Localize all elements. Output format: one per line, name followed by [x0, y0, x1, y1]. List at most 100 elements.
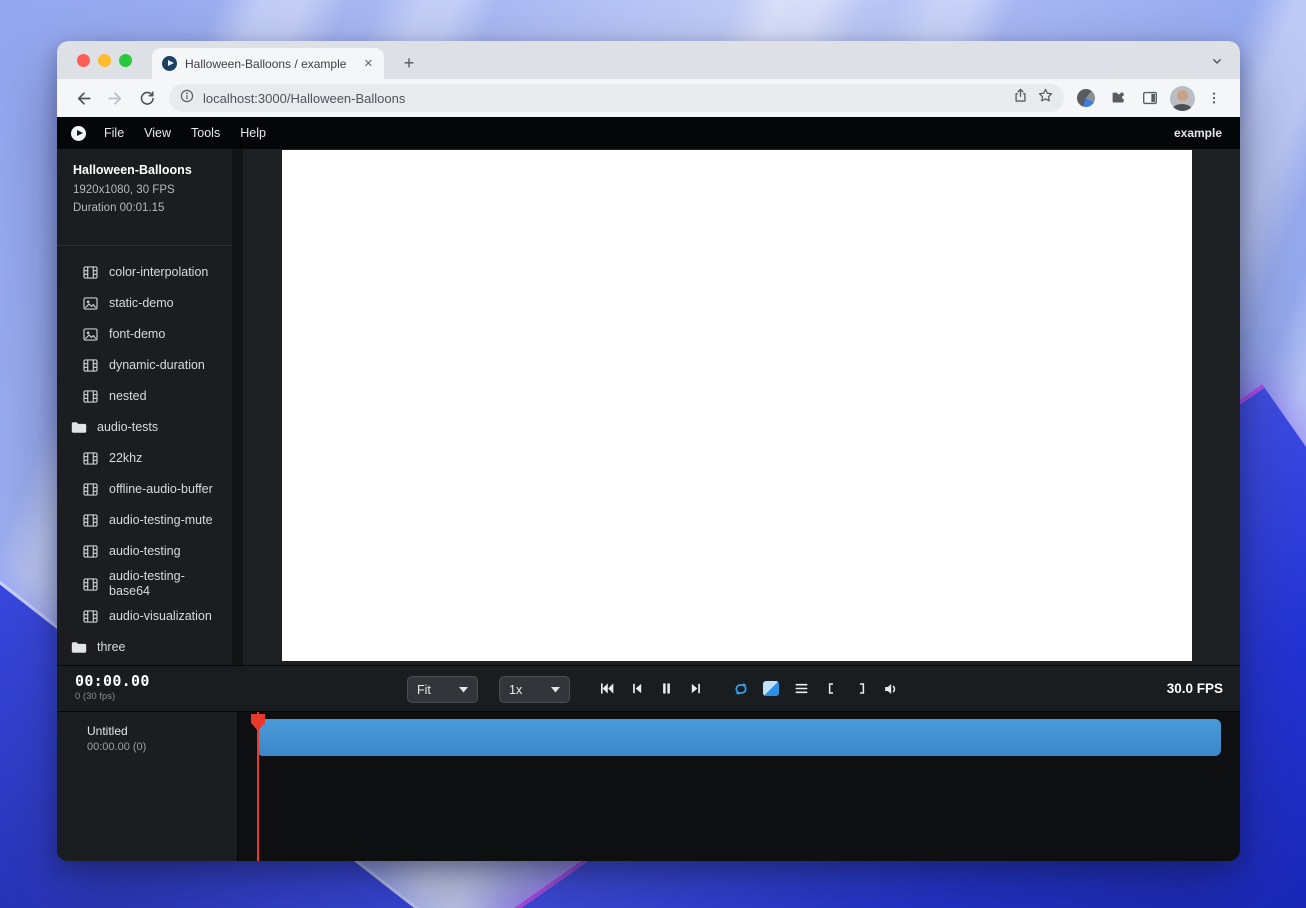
reload-button[interactable] [132, 83, 162, 113]
menu-item[interactable]: View [134, 120, 181, 146]
app-menubar: File View Tools Help example [57, 117, 1240, 149]
remotion-favicon-icon [162, 56, 177, 71]
track-title: Untitled [87, 724, 237, 739]
in-marker-icon[interactable] [820, 678, 842, 700]
menu-item[interactable]: Tools [181, 120, 230, 146]
sidebar-divider [57, 245, 232, 246]
side-panel-icon[interactable] [1135, 83, 1165, 113]
remotion-logo-icon[interactable] [71, 126, 86, 141]
new-tab-button[interactable]: + [398, 52, 420, 74]
timeline-sequence-bar[interactable] [257, 719, 1221, 756]
speed-select-value: 1x [509, 683, 522, 697]
sidebar-item[interactable]: audio-testing [57, 536, 232, 567]
timecode: 00:00.00 0 (30 fps) [75, 673, 150, 702]
film-icon [83, 266, 99, 279]
window-traffic-lights [77, 41, 132, 79]
zoom-window-button[interactable] [119, 54, 132, 67]
sidebar-item[interactable]: static-demo [57, 288, 232, 319]
composition-list: color-interpolation static-demo font-dem… [57, 257, 232, 663]
next-frame-button[interactable] [685, 678, 707, 700]
composition-canvas [282, 150, 1192, 661]
folder-icon [71, 421, 87, 434]
menu-kebab-icon[interactable] [1199, 83, 1229, 113]
film-icon [83, 452, 99, 465]
composition-meta: 1920x1080, 30 FPS [73, 183, 216, 198]
sidebar-item[interactable]: offline-audio-buffer [57, 474, 232, 505]
browser-toolbar: localhost:3000/Halloween-Balloons [57, 79, 1240, 117]
film-icon [83, 578, 99, 591]
frame-info: 0 (30 fps) [75, 691, 150, 702]
film-icon [83, 483, 99, 496]
chevron-down-icon [459, 687, 468, 693]
main-row: Halloween-Balloons 1920x1080, 30 FPS Dur… [57, 149, 1240, 665]
sidebar-item[interactable]: audio-tests [57, 412, 232, 443]
tab-close-icon[interactable]: ✕ [361, 55, 376, 72]
timeline-track-area[interactable] [238, 712, 1240, 861]
project-label: example [1174, 126, 1226, 140]
address-bar[interactable]: localhost:3000/Halloween-Balloons [169, 84, 1064, 112]
extensions-puzzle-icon[interactable] [1103, 83, 1133, 113]
composition-info: Halloween-Balloons 1920x1080, 30 FPS Dur… [57, 149, 232, 216]
loop-toggle-icon[interactable] [730, 678, 752, 700]
page-info-icon[interactable] [179, 88, 195, 109]
profile-avatar[interactable] [1167, 83, 1197, 113]
sidebar-resize-handle[interactable] [232, 149, 243, 665]
timeline-track-header: Untitled 00:00.00 (0) [57, 712, 238, 861]
composition-title: Halloween-Balloons [73, 162, 216, 178]
menu-item[interactable]: Help [230, 120, 276, 146]
sidebar-item[interactable]: color-interpolation [57, 257, 232, 288]
share-icon[interactable] [1012, 87, 1029, 109]
remotion-studio: File View Tools Help example Halloween-B… [57, 117, 1240, 861]
image-icon [83, 328, 99, 341]
sidebar-item[interactable]: audio-testing-base64 [57, 567, 232, 601]
film-icon [83, 545, 99, 558]
composition-duration: Duration 00:01.15 [73, 201, 216, 216]
film-icon [83, 390, 99, 403]
sidebar-item[interactable]: 22khz [57, 443, 232, 474]
chevron-down-icon [551, 687, 560, 693]
sidebar-item[interactable]: three [57, 632, 232, 663]
extension-badge-icon[interactable] [1071, 83, 1101, 113]
film-icon [83, 514, 99, 527]
pause-button[interactable] [655, 678, 677, 700]
preview-stage [243, 149, 1240, 665]
sidebar-item[interactable]: audio-visualization [57, 601, 232, 632]
size-select-value: Fit [417, 683, 431, 697]
out-marker-icon[interactable] [850, 678, 872, 700]
playhead-line [257, 712, 259, 861]
minimize-window-button[interactable] [98, 54, 111, 67]
menu-item[interactable]: File [94, 120, 134, 146]
volume-icon[interactable] [880, 678, 902, 700]
skip-to-start-button[interactable] [595, 678, 617, 700]
menu-items: File View Tools Help [94, 120, 276, 146]
film-icon [83, 359, 99, 372]
film-icon [83, 610, 99, 623]
url-text: localhost:3000/Halloween-Balloons [203, 91, 1004, 106]
sidebar-item[interactable]: nested [57, 381, 232, 412]
transparency-checker-toggle-icon[interactable] [760, 678, 782, 700]
image-icon [83, 297, 99, 310]
previous-frame-button[interactable] [625, 678, 647, 700]
transport-controls [595, 666, 902, 711]
timeline: Untitled 00:00.00 (0) [57, 711, 1240, 861]
playback-controls-bar: 00:00.00 0 (30 fps) Fit 1x [57, 665, 1240, 711]
tab-strip: Halloween-Balloons / example ✕ + [57, 41, 1240, 79]
folder-icon [71, 641, 87, 654]
rows-icon[interactable] [790, 678, 812, 700]
size-select[interactable]: Fit [407, 676, 478, 703]
sidebar-item[interactable]: font-demo [57, 319, 232, 350]
compositions-sidebar: Halloween-Balloons 1920x1080, 30 FPS Dur… [57, 149, 232, 665]
browser-window: Halloween-Balloons / example ✕ + localho… [57, 41, 1240, 861]
forward-button[interactable] [100, 83, 130, 113]
sidebar-item[interactable]: audio-testing-mute [57, 505, 232, 536]
timecode-value: 00:00.00 [75, 673, 150, 690]
close-window-button[interactable] [77, 54, 90, 67]
tab-list-chevron-icon[interactable] [1207, 51, 1227, 71]
back-button[interactable] [68, 83, 98, 113]
bookmark-star-icon[interactable] [1037, 87, 1054, 109]
tab-title: Halloween-Balloons / example [185, 57, 353, 71]
speed-select[interactable]: 1x [499, 676, 570, 703]
browser-tab[interactable]: Halloween-Balloons / example ✕ [152, 48, 384, 79]
sidebar-item[interactable]: dynamic-duration [57, 350, 232, 381]
track-info: 00:00.00 (0) [87, 741, 237, 753]
